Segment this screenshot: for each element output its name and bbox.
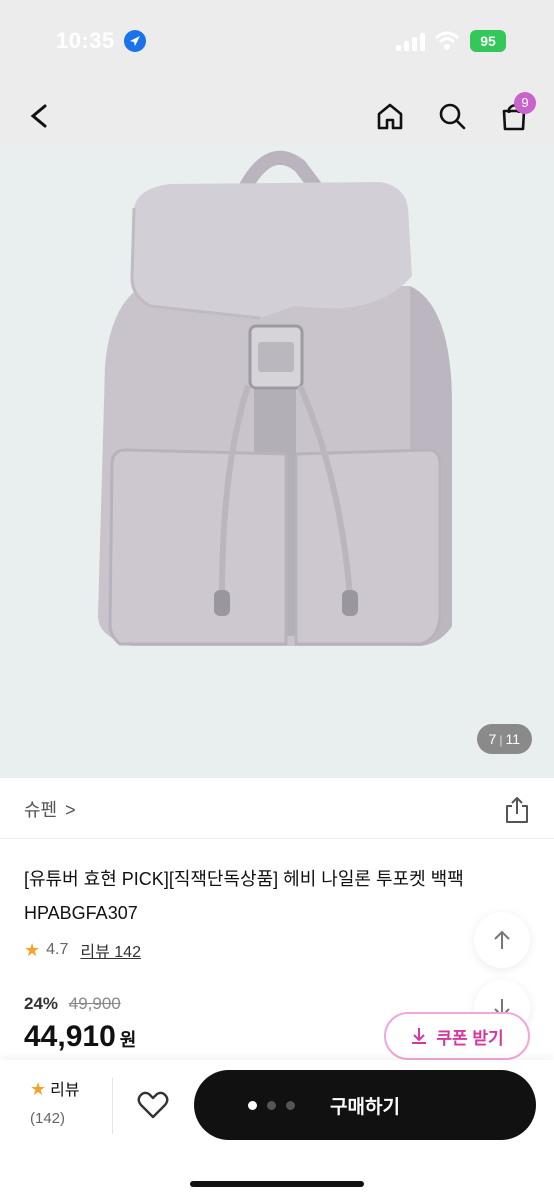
sale-price: 44,910 bbox=[24, 1020, 116, 1053]
chevron-right-icon: > bbox=[65, 800, 76, 820]
rating-row: ★ 4.7 리뷰 142 bbox=[24, 936, 141, 964]
download-icon bbox=[412, 1028, 427, 1044]
buy-button[interactable]: 구매하기 bbox=[194, 1070, 536, 1140]
home-indicator bbox=[190, 1181, 364, 1187]
brand-link[interactable]: 슈펜 > bbox=[24, 800, 76, 820]
loading-dots bbox=[248, 1101, 295, 1110]
heart-icon[interactable] bbox=[136, 1088, 170, 1122]
cart-count-badge: 9 bbox=[514, 92, 536, 114]
divider bbox=[0, 838, 554, 839]
divider bbox=[112, 1078, 113, 1134]
review-label: 리뷰 bbox=[50, 1082, 80, 1099]
top-nav bbox=[0, 86, 554, 146]
review-count: (142) bbox=[30, 1110, 66, 1127]
share-icon[interactable] bbox=[504, 796, 530, 824]
image-counter-current: 7 bbox=[488, 731, 497, 747]
search-icon[interactable] bbox=[434, 98, 470, 134]
dot bbox=[248, 1101, 257, 1110]
price-discount-row: 24% 49,900 bbox=[24, 994, 121, 1014]
reviews-link[interactable]: 리뷰 142 bbox=[80, 938, 141, 962]
wifi-icon bbox=[434, 31, 460, 50]
battery-icon: 95 bbox=[470, 30, 506, 52]
status-time: 10:35 bbox=[56, 28, 115, 53]
coupon-button[interactable]: 쿠폰 받기 bbox=[384, 1012, 530, 1060]
back-icon[interactable] bbox=[22, 98, 58, 134]
backpack-image bbox=[98, 150, 452, 646]
location-arrow-icon bbox=[124, 30, 146, 52]
home-icon[interactable] bbox=[372, 98, 408, 134]
review-summary[interactable]: ★ 리뷰 (142) bbox=[30, 1076, 100, 1127]
status-bar: 10:35 95 bbox=[0, 0, 554, 86]
dot bbox=[286, 1101, 295, 1110]
currency: 원 bbox=[119, 1030, 137, 1050]
scroll-up-button[interactable] bbox=[474, 912, 530, 968]
image-counter: 7 | 11 bbox=[476, 724, 532, 754]
rating-value: 4.7 bbox=[46, 941, 69, 958]
image-counter-total: 11 bbox=[505, 731, 520, 747]
buy-label: 구매하기 bbox=[330, 1096, 400, 1118]
brand-row: 슈펜 > bbox=[24, 790, 530, 830]
dot bbox=[267, 1101, 276, 1110]
star-icon: ★ bbox=[30, 1079, 47, 1099]
discount-rate: 24% bbox=[24, 994, 59, 1013]
coupon-label: 쿠폰 받기 bbox=[436, 1028, 504, 1048]
product-image[interactable] bbox=[0, 146, 554, 778]
arrow-up-icon bbox=[494, 930, 510, 949]
product-title: [유튜버 효현 PICK][직잭단독상품] 헤비 나일론 투포켓 백팩 HPAB… bbox=[24, 869, 464, 923]
price-row: 44,910 원 bbox=[24, 1020, 136, 1054]
star-icon: ★ bbox=[24, 939, 41, 960]
signal-icon bbox=[396, 33, 425, 51]
brand-name: 슈펜 bbox=[24, 800, 58, 820]
image-counter-separator: | bbox=[499, 733, 503, 747]
original-price: 49,900 bbox=[68, 994, 121, 1013]
